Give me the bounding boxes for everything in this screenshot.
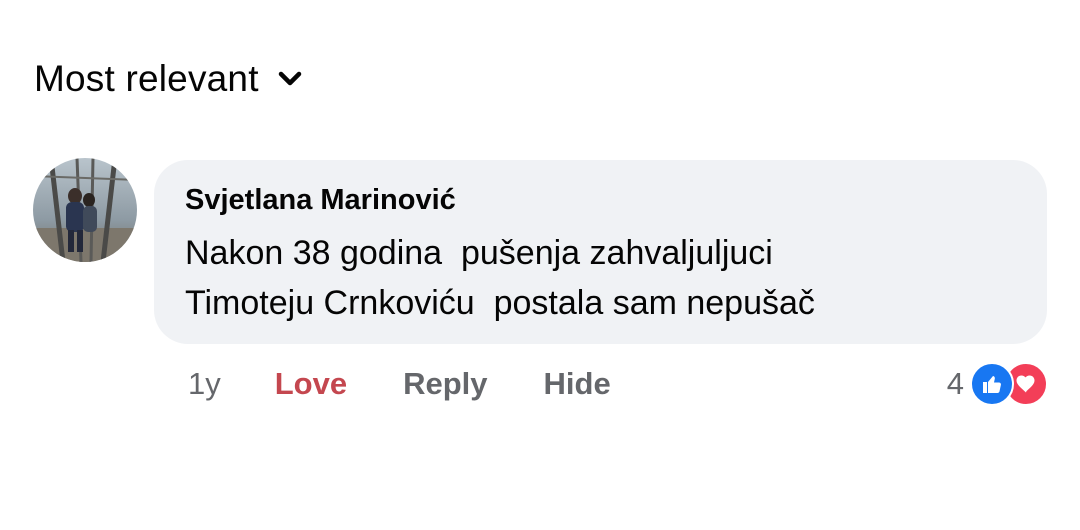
comment-text: Nakon 38 godina pušenja zahvaljuljuci Ti… [185, 234, 815, 322]
comment-bubble: Svjetlana Marinović Nakon 38 godina puše… [154, 160, 1047, 344]
sort-label: Most relevant [34, 58, 259, 99]
comments-section: Most relevant Svjetlana Marinović Nakon … [0, 0, 1080, 530]
comment-actions: 1y Love Reply Hide [188, 362, 611, 406]
comment-timestamp[interactable]: 1y [188, 366, 221, 402]
like-icon [970, 362, 1014, 406]
sort-dropdown[interactable]: Most relevant [34, 58, 303, 100]
hide-button[interactable]: Hide [544, 366, 611, 402]
chevron-down-icon [277, 69, 303, 89]
avatar[interactable] [33, 158, 137, 262]
reaction-count: 4 [946, 366, 964, 401]
reply-button[interactable]: Reply [403, 366, 487, 402]
love-button[interactable]: Love [275, 366, 347, 402]
reactions-summary[interactable]: 4 [947, 362, 1048, 406]
comment-author[interactable]: Svjetlana Marinović [185, 182, 1047, 218]
